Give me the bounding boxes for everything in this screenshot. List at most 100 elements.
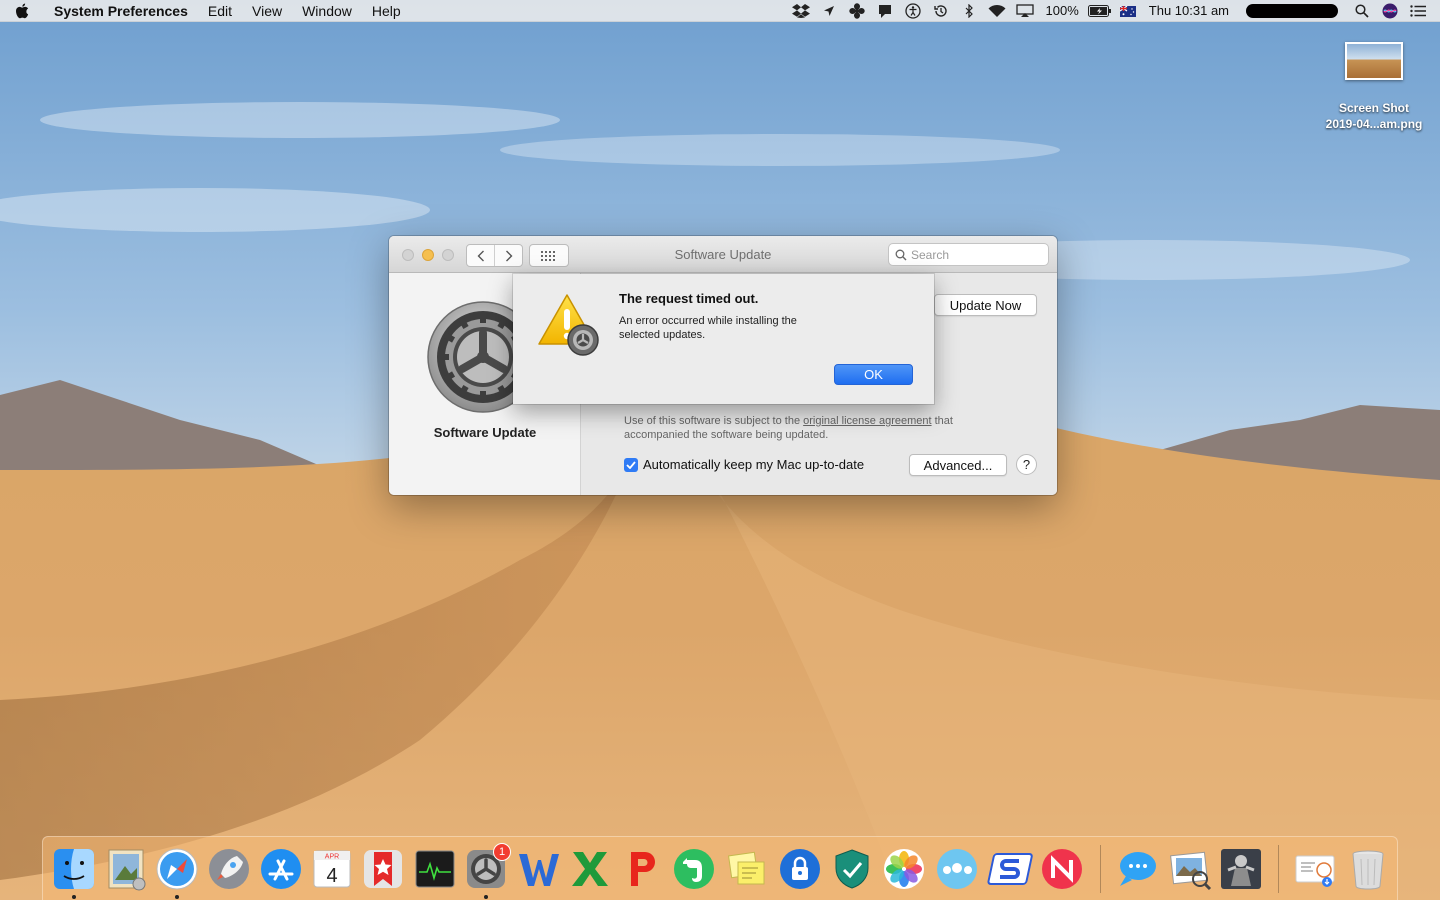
alert-title: The request timed out.	[619, 291, 759, 306]
navigation-buttons	[466, 244, 523, 267]
clock[interactable]: Thu 10:31 am	[1142, 0, 1236, 22]
dock-word[interactable]	[515, 846, 561, 892]
search-icon	[895, 249, 907, 260]
redacted-username[interactable]	[1246, 4, 1338, 18]
battery-icon[interactable]	[1086, 0, 1114, 22]
shield-icon	[835, 849, 869, 889]
auto-update-label[interactable]: Automatically keep my Mac up-to-date	[643, 457, 864, 472]
menu-view[interactable]: View	[242, 0, 292, 22]
notification-badge: 1	[493, 843, 511, 861]
dock-mail[interactable]	[103, 846, 149, 892]
messages-bubble-icon	[1120, 852, 1156, 886]
news-icon	[1042, 849, 1082, 889]
minimize-button[interactable]	[422, 249, 434, 261]
dock-evernote[interactable]	[671, 846, 717, 892]
dock-app-store[interactable]	[258, 846, 304, 892]
siri-icon[interactable]	[1376, 0, 1404, 22]
evernote-icon	[674, 849, 714, 889]
calendar-day: 4	[326, 865, 337, 887]
dropbox-icon[interactable]	[787, 0, 815, 22]
ok-button[interactable]: OK	[834, 364, 913, 385]
menu-help[interactable]: Help	[362, 0, 411, 22]
back-button[interactable]	[467, 245, 494, 266]
accessibility-icon[interactable]	[899, 0, 927, 22]
word-w-icon	[519, 854, 559, 886]
safari-running-indicator	[175, 895, 179, 899]
notification-icon[interactable]	[871, 0, 899, 22]
dock-news[interactable]	[1039, 846, 1085, 892]
fan-icon[interactable]	[843, 0, 871, 22]
downloads-stack-icon	[1295, 855, 1335, 887]
dock-downloads-folder[interactable]	[1292, 846, 1338, 892]
search-field[interactable]	[888, 243, 1049, 266]
chevron-left-icon	[477, 250, 484, 261]
show-all-button[interactable]	[529, 244, 569, 267]
file-name-line2: 2019-04...am.png	[1325, 117, 1423, 131]
advanced-button[interactable]: Advanced...	[909, 454, 1007, 476]
spotlight-search-icon[interactable]	[1348, 0, 1376, 22]
zoom-button[interactable]	[442, 249, 454, 261]
notification-center-icon[interactable]	[1404, 0, 1432, 22]
dock-system-preferences[interactable]: 1	[463, 843, 511, 892]
file-thumbnail	[1345, 42, 1403, 80]
file-name-line1: Screen Shot	[1338, 101, 1410, 115]
bluetooth-icon[interactable]	[955, 0, 983, 22]
license-prefix: Use of this software is subject to the	[624, 415, 804, 427]
alert-message: An error occurred while installing the s…	[619, 315, 797, 341]
menu-app-name[interactable]: System Preferences	[44, 0, 198, 22]
dock-separator-right	[1278, 845, 1279, 893]
dock-bookmark-app[interactable]	[360, 846, 406, 892]
dock: APR 4 1	[42, 836, 1398, 900]
pane-label: Software Update	[433, 425, 537, 440]
letter-s-icon	[987, 853, 1033, 885]
window-titlebar[interactable]: Software Update	[389, 236, 1057, 273]
dock-calendar[interactable]: APR 4	[309, 846, 355, 892]
update-now-button[interactable]: Update Now	[934, 294, 1037, 316]
calendar-month: APR	[325, 854, 339, 861]
dock-s-app[interactable]	[987, 846, 1033, 892]
letter-p-icon	[631, 852, 655, 886]
help-button[interactable]: ?	[1016, 454, 1037, 475]
dock-launchpad[interactable]	[206, 846, 252, 892]
system-preferences-running-indicator	[484, 895, 488, 899]
dock-excel[interactable]	[567, 846, 613, 892]
dock-game[interactable]	[1218, 846, 1264, 892]
game-character-icon	[1221, 849, 1261, 889]
finder-icon	[54, 849, 94, 889]
time-machine-icon[interactable]	[927, 0, 955, 22]
search-input[interactable]	[911, 247, 1041, 262]
auto-update-row[interactable]: Automatically keep my Mac up-to-date	[624, 457, 864, 472]
sticky-notes-icon	[728, 851, 765, 885]
dock-preview[interactable]	[1167, 846, 1213, 892]
apple-menu-icon[interactable]	[0, 0, 44, 22]
battery-percentage[interactable]: 100%	[1039, 0, 1086, 22]
dock-activity-monitor[interactable]	[412, 846, 458, 892]
menu-edit[interactable]: Edit	[198, 0, 242, 22]
error-alert-sheet: The request timed out. An error occurred…	[513, 274, 934, 404]
grid-icon	[541, 250, 555, 261]
airplay-icon[interactable]	[1011, 0, 1039, 22]
dock-lock-app[interactable]	[777, 846, 823, 892]
dock-p-app[interactable]	[619, 846, 665, 892]
rocket-icon	[209, 849, 249, 889]
dock-photos[interactable]	[881, 846, 927, 892]
dock-finder[interactable]	[51, 846, 97, 892]
forward-button[interactable]	[494, 245, 522, 266]
dock-trash[interactable]	[1345, 846, 1391, 892]
dock-stickies[interactable]	[724, 846, 770, 892]
dock-shield-app[interactable]	[829, 846, 875, 892]
dock-safari[interactable]	[154, 846, 200, 892]
close-button[interactable]	[402, 249, 414, 261]
calendar-icon: APR 4	[313, 850, 351, 888]
preview-icon	[1170, 851, 1212, 891]
wifi-icon[interactable]	[983, 0, 1011, 22]
menu-window[interactable]: Window	[292, 0, 362, 22]
dock-messages[interactable]	[1114, 846, 1160, 892]
desktop-screenshot-file[interactable]: Screen Shot 2019-04...am.png	[1310, 42, 1438, 132]
australia-flag-icon[interactable]	[1114, 0, 1142, 22]
auto-update-checkbox[interactable]	[624, 457, 638, 472]
mail-stamp-icon	[108, 849, 146, 891]
license-link[interactable]: original license agreement	[803, 415, 931, 427]
location-icon[interactable]	[815, 0, 843, 22]
dock-dots-app[interactable]	[934, 846, 980, 892]
